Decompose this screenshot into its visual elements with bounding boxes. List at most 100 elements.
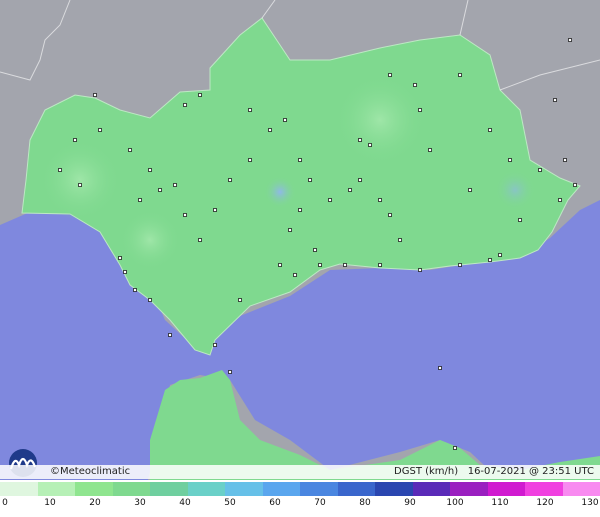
station-marker bbox=[148, 168, 152, 172]
station-marker bbox=[308, 178, 312, 182]
station-marker bbox=[198, 238, 202, 242]
station-marker bbox=[558, 198, 562, 202]
legend-tick: 30 bbox=[134, 498, 146, 508]
station-marker bbox=[298, 208, 302, 212]
station-marker bbox=[148, 298, 152, 302]
station-marker bbox=[358, 178, 362, 182]
station-marker bbox=[488, 128, 492, 132]
station-marker bbox=[328, 198, 332, 202]
timestamp-label: 16-07-2021 @ 23:51 UTC bbox=[467, 466, 594, 477]
legend-swatch bbox=[412, 482, 451, 496]
station-marker bbox=[458, 73, 462, 77]
station-marker bbox=[128, 148, 132, 152]
wind-gust-map bbox=[0, 0, 600, 480]
legend-swatch bbox=[150, 482, 188, 496]
legend-tick: 120 bbox=[536, 498, 554, 508]
variable-label: DGST (km/h) bbox=[394, 466, 459, 477]
legend-swatch bbox=[375, 482, 413, 496]
station-marker bbox=[248, 108, 252, 112]
station-marker bbox=[438, 366, 442, 370]
legend-swatch bbox=[337, 482, 376, 496]
station-marker bbox=[458, 263, 462, 267]
legend-swatch bbox=[75, 482, 113, 496]
legend-swatch bbox=[0, 482, 38, 496]
gust-hotspot bbox=[264, 176, 296, 208]
credit-text: ©Meteoclimatic bbox=[50, 466, 131, 477]
station-marker bbox=[133, 288, 137, 292]
station-marker bbox=[573, 183, 577, 187]
legend-swatch bbox=[300, 482, 338, 496]
station-marker bbox=[343, 263, 347, 267]
station-marker bbox=[78, 183, 82, 187]
station-marker bbox=[73, 138, 77, 142]
station-marker bbox=[388, 213, 392, 217]
legend-tick: 10 bbox=[44, 498, 56, 508]
station-marker bbox=[313, 248, 317, 252]
station-marker bbox=[488, 258, 492, 262]
station-marker bbox=[238, 298, 242, 302]
legend-tick: 100 bbox=[446, 498, 464, 508]
legend-swatch bbox=[450, 482, 488, 496]
station-marker bbox=[183, 213, 187, 217]
station-marker bbox=[418, 268, 422, 272]
station-marker bbox=[213, 343, 217, 347]
station-marker bbox=[298, 158, 302, 162]
legend-tick: 40 bbox=[179, 498, 191, 508]
legend-swatch bbox=[187, 482, 226, 496]
station-marker bbox=[563, 158, 567, 162]
station-marker bbox=[518, 218, 522, 222]
station-marker bbox=[508, 158, 512, 162]
color-legend bbox=[0, 482, 600, 496]
station-marker bbox=[413, 83, 417, 87]
legend-swatch bbox=[525, 482, 563, 496]
station-marker bbox=[348, 188, 352, 192]
station-marker bbox=[398, 238, 402, 242]
station-marker bbox=[158, 188, 162, 192]
station-marker bbox=[118, 256, 122, 260]
station-marker bbox=[293, 273, 297, 277]
station-marker bbox=[213, 208, 217, 212]
legend-swatch bbox=[562, 482, 600, 496]
station-marker bbox=[58, 168, 62, 172]
station-marker bbox=[268, 128, 272, 132]
legend-ticks: 0 10 20 30 40 50 60 70 80 90 100 110 120 130 bbox=[0, 498, 600, 514]
station-marker bbox=[138, 198, 142, 202]
station-marker bbox=[283, 118, 287, 122]
station-marker bbox=[173, 183, 177, 187]
legend-tick: 0 bbox=[2, 498, 8, 508]
legend-tick: 60 bbox=[269, 498, 281, 508]
legend-tick: 110 bbox=[491, 498, 509, 508]
station-marker bbox=[278, 263, 282, 267]
station-marker bbox=[93, 93, 97, 97]
station-marker bbox=[378, 198, 382, 202]
station-marker bbox=[228, 370, 232, 374]
station-marker bbox=[248, 158, 252, 162]
station-marker bbox=[468, 188, 472, 192]
legend-swatch bbox=[37, 482, 76, 496]
station-marker bbox=[288, 228, 292, 232]
variable-timestamp: DGST (km/h) 16-07-2021 @ 23:51 UTC bbox=[394, 466, 594, 477]
legend-swatch bbox=[112, 482, 151, 496]
legend-tick: 90 bbox=[404, 498, 416, 508]
station-marker bbox=[358, 138, 362, 142]
legend-tick: 50 bbox=[224, 498, 236, 508]
station-marker bbox=[498, 253, 502, 257]
station-marker bbox=[553, 98, 557, 102]
legend-tick: 70 bbox=[314, 498, 326, 508]
station-marker bbox=[428, 148, 432, 152]
station-marker bbox=[228, 178, 232, 182]
station-marker bbox=[368, 143, 372, 147]
legend-tick: 20 bbox=[89, 498, 101, 508]
station-marker bbox=[538, 168, 542, 172]
legend-swatch bbox=[487, 482, 526, 496]
station-marker bbox=[168, 333, 172, 337]
station-marker bbox=[123, 270, 127, 274]
station-marker bbox=[388, 73, 392, 77]
station-marker bbox=[198, 93, 202, 97]
station-marker bbox=[378, 263, 382, 267]
station-marker bbox=[453, 446, 457, 450]
legend-swatch bbox=[225, 482, 263, 496]
station-marker bbox=[183, 103, 187, 107]
station-marker bbox=[98, 128, 102, 132]
legend-tick: 80 bbox=[359, 498, 371, 508]
